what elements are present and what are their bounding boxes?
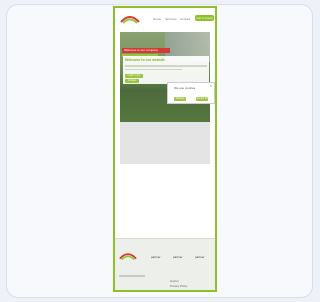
cookie-title: We use cookies (174, 86, 196, 90)
panel-text-line (125, 65, 207, 67)
cookie-accept-button[interactable]: Accept all (196, 97, 208, 101)
cookie-dialog[interactable]: We use cookies × Settings Accept all (167, 82, 215, 104)
hero-banner: Welcome to our company (122, 48, 170, 53)
nav-link-contact[interactable]: Contact (180, 17, 190, 21)
close-icon[interactable]: × (210, 84, 212, 88)
hero-text-panel: Welcome to our website Learn more Contac… (123, 56, 209, 84)
partner-logo: partner (195, 255, 205, 259)
company-logo[interactable] (120, 12, 140, 24)
footer-logo (119, 253, 137, 261)
site-header: Home Services Contact Get in touch (115, 8, 215, 30)
panel-contact-button[interactable]: Contact (125, 79, 139, 83)
footer-privacy-link[interactable]: Privacy Policy (170, 284, 187, 288)
mobile-page-frame[interactable]: Home Services Contact Get in touch Welco… (113, 6, 217, 292)
panel-learn-more-button[interactable]: Learn more (125, 74, 143, 78)
partner-logo: partner (151, 255, 161, 259)
header-cta-button[interactable]: Get in touch (195, 15, 214, 21)
panel-text-line (125, 68, 183, 70)
content-placeholder (120, 122, 210, 164)
site-footer: partner partner partner Imprint Privacy … (115, 238, 215, 290)
footer-imprint-link[interactable]: Imprint (170, 279, 179, 283)
panel-title: Welcome to our website (125, 58, 165, 62)
cookie-settings-button[interactable]: Settings (174, 97, 186, 101)
partner-logo: partner (173, 255, 183, 259)
nav-link-services[interactable]: Services (165, 17, 177, 21)
footer-divider (119, 275, 145, 277)
nav-link-home[interactable]: Home (153, 17, 161, 21)
